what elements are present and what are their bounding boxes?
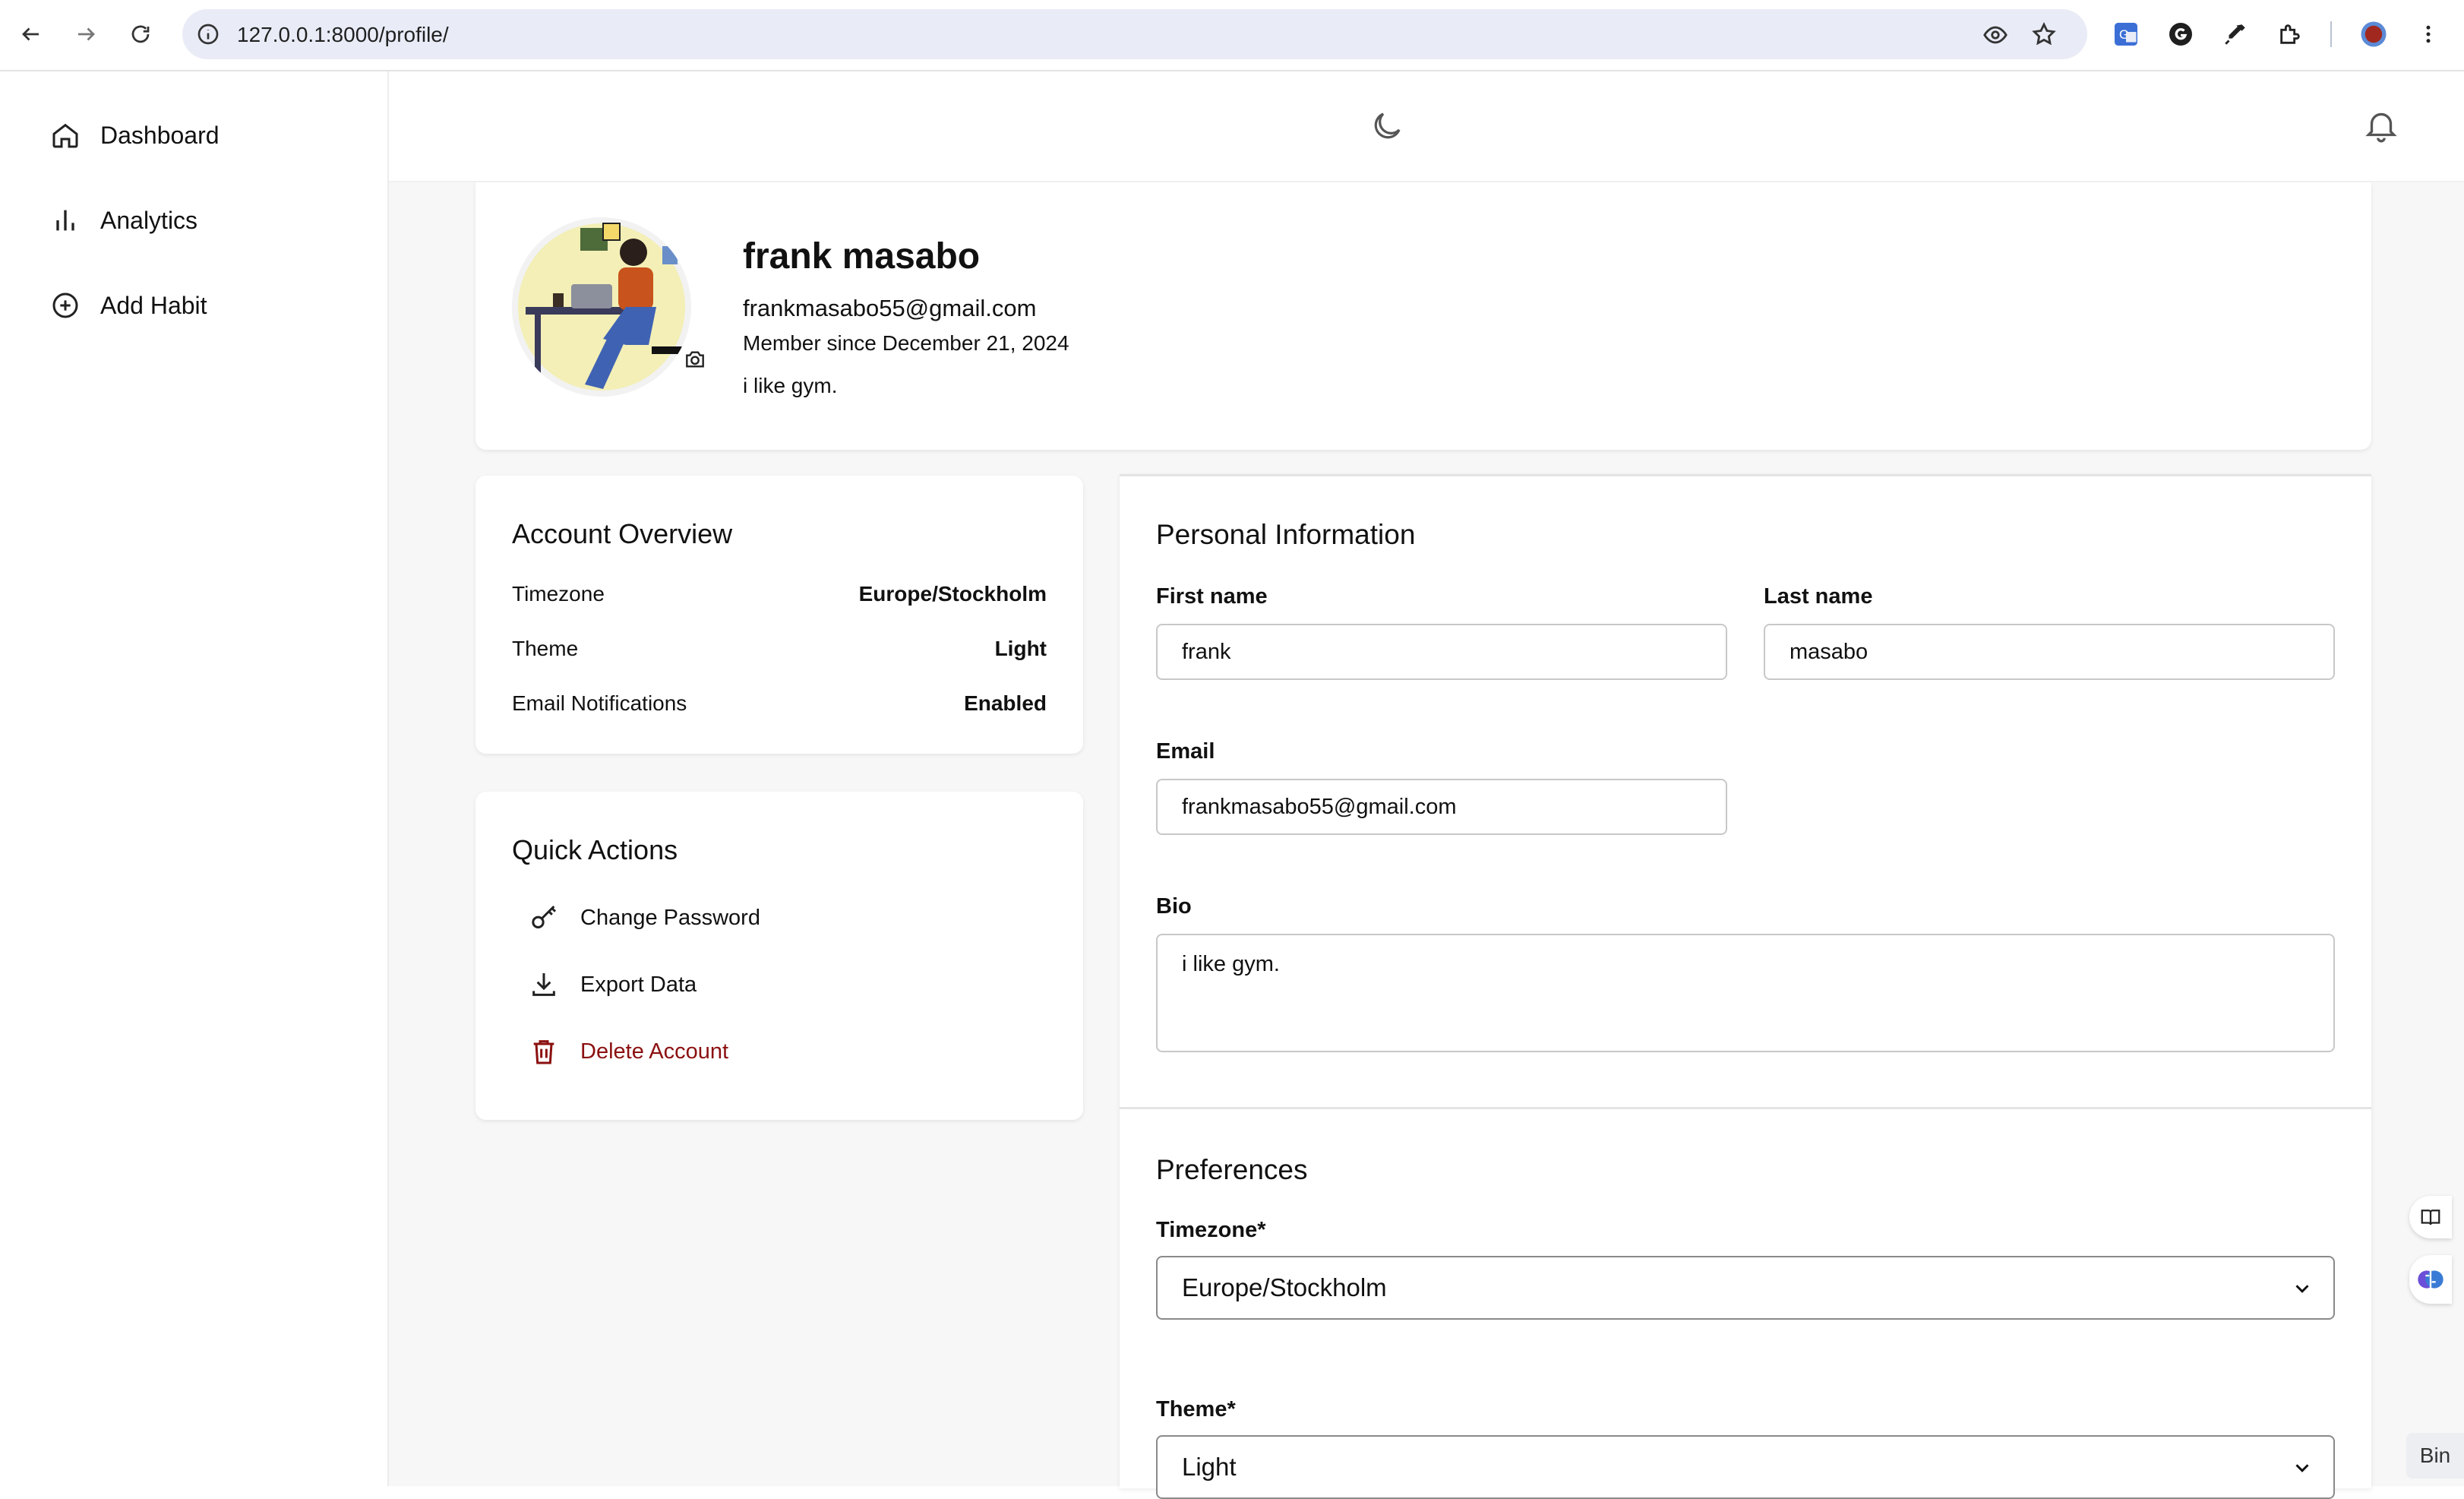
overview-row-email-notifications: Email Notifications Enabled: [512, 691, 1047, 716]
chevron-down-icon: [2295, 1285, 2309, 1293]
overview-row-theme: Theme Light: [512, 637, 1047, 661]
browser-menu-button[interactable]: [2411, 17, 2446, 52]
timezone-label: Timezone*: [1156, 1218, 1266, 1242]
account-overview-title: Account Overview: [512, 518, 733, 549]
book-icon: [2421, 1210, 2440, 1225]
reader-extension-button[interactable]: [2409, 1196, 2452, 1238]
last-name-label: Last name: [1764, 584, 1873, 609]
camera-icon: [686, 351, 704, 368]
first-name-input[interactable]: frank: [1156, 624, 1727, 680]
ai-assistant-button[interactable]: [2409, 1255, 2452, 1304]
arrow-right-icon: [78, 27, 95, 41]
change-password-button[interactable]: Change Password: [529, 903, 760, 933]
overview-label: Email Notifications: [512, 691, 687, 715]
profile-avatar[interactable]: [2356, 17, 2391, 52]
trash-icon: [533, 1040, 554, 1064]
profile-name: frank masabo: [743, 236, 981, 277]
overview-value: Europe/Stockholm: [858, 582, 1047, 606]
bio-label: Bio: [1156, 894, 1192, 919]
avatar[interactable]: [512, 217, 691, 397]
profile-header-card: frank masabo frankmasabo55@gmail.com Mem…: [475, 182, 2371, 450]
preferences-title: Preferences: [1156, 1154, 1308, 1185]
url-text: 127.0.0.1:8000/profile/: [237, 23, 449, 46]
member-since: Member since December 21, 2024: [743, 331, 1069, 355]
star-icon[interactable]: [2031, 21, 2057, 47]
section-divider: [1120, 1107, 2371, 1109]
timezone-select[interactable]: Europe/Stockholm: [1156, 1256, 2335, 1320]
back-button[interactable]: [14, 17, 49, 52]
extensions-puzzle-icon[interactable]: [2273, 17, 2308, 52]
plus-circle-icon: [52, 293, 78, 318]
profile-bio: i like gym.: [743, 374, 838, 397]
theme-selected-value: Light: [1182, 1453, 1237, 1481]
export-data-button[interactable]: Export Data: [529, 969, 697, 1000]
translate-extension-icon[interactable]: G: [2109, 17, 2143, 52]
forward-button[interactable]: [68, 17, 103, 52]
address-bar[interactable]: 127.0.0.1:8000/profile/: [182, 9, 2087, 59]
bar-chart-icon: [56, 210, 74, 231]
change-avatar-button[interactable]: [679, 343, 711, 375]
email-label: Email: [1156, 739, 1215, 764]
quick-actions-card: Quick Actions Change Password Export Dat…: [475, 792, 1083, 1120]
arrow-left-icon: [22, 27, 39, 41]
overview-label: Timezone: [512, 582, 605, 606]
key-icon: [532, 905, 557, 928]
change-password-label: Change Password: [580, 905, 760, 930]
sidebar-item-add-habit[interactable]: Add Habit: [50, 283, 207, 328]
bell-icon[interactable]: [2362, 105, 2400, 146]
theme-select[interactable]: Light: [1156, 1435, 2335, 1499]
brain-icon: [2418, 1270, 2443, 1289]
kebab-menu-icon: [2426, 25, 2431, 43]
delete-account-label: Delete Account: [580, 1039, 729, 1064]
timezone-selected-value: Europe/Stockholm: [1182, 1273, 1387, 1301]
sidebar-item-dashboard[interactable]: Dashboard: [50, 112, 220, 158]
main-content: frank masabo frankmasabo55@gmail.com Mem…: [389, 182, 2464, 1499]
personal-information-title: Personal Information: [1156, 519, 1416, 550]
reload-icon: [131, 25, 150, 43]
site-info-icon[interactable]: [196, 22, 220, 46]
overview-row-timezone: Timezone Europe/Stockholm: [512, 582, 1047, 606]
profile-email: frankmasabo55@gmail.com: [743, 295, 1037, 321]
sidebar-item-analytics[interactable]: Analytics: [50, 198, 197, 243]
top-bar: [389, 71, 2464, 182]
browser-toolbar: 127.0.0.1:8000/profile/ G: [0, 0, 2464, 71]
sidebar: Dashboard Analytics Add Habit: [0, 71, 389, 1486]
account-overview-card: Account Overview Timezone Europe/Stockho…: [475, 476, 1083, 754]
download-icon: [532, 973, 555, 996]
moon-icon[interactable]: [1369, 108, 1405, 144]
bin-edge-tab[interactable]: Bin: [2406, 1433, 2464, 1478]
eyedropper-extension-icon[interactable]: [2218, 17, 2253, 52]
first-name-label: First name: [1156, 584, 1268, 609]
reload-button[interactable]: [123, 17, 158, 52]
email-field[interactable]: frankmasabo55@gmail.com: [1156, 779, 1727, 835]
sidebar-item-label: Dashboard: [100, 121, 220, 149]
eye-icon[interactable]: [1982, 22, 2008, 48]
toolbar-divider: [2330, 21, 2332, 47]
delete-account-button[interactable]: Delete Account: [529, 1036, 728, 1067]
theme-label: Theme*: [1156, 1397, 1236, 1422]
sidebar-item-label: Add Habit: [100, 291, 207, 319]
last-name-input[interactable]: masabo: [1764, 624, 2335, 680]
avatar-illustration: [518, 223, 687, 391]
quick-actions-title: Quick Actions: [512, 834, 678, 865]
sidebar-item-label: Analytics: [100, 206, 198, 234]
chevron-down-icon: [2295, 1464, 2309, 1472]
overview-value: Enabled: [964, 691, 1047, 715]
bio-textarea[interactable]: i like gym.: [1156, 934, 2335, 1052]
export-data-label: Export Data: [580, 972, 697, 997]
overview-label: Theme: [512, 637, 579, 660]
overview-value: Light: [994, 637, 1047, 660]
profile-form-card: Personal Information First name frank La…: [1120, 474, 2371, 1499]
grammarly-extension-icon[interactable]: [2163, 17, 2198, 52]
home-icon: [52, 123, 78, 148]
